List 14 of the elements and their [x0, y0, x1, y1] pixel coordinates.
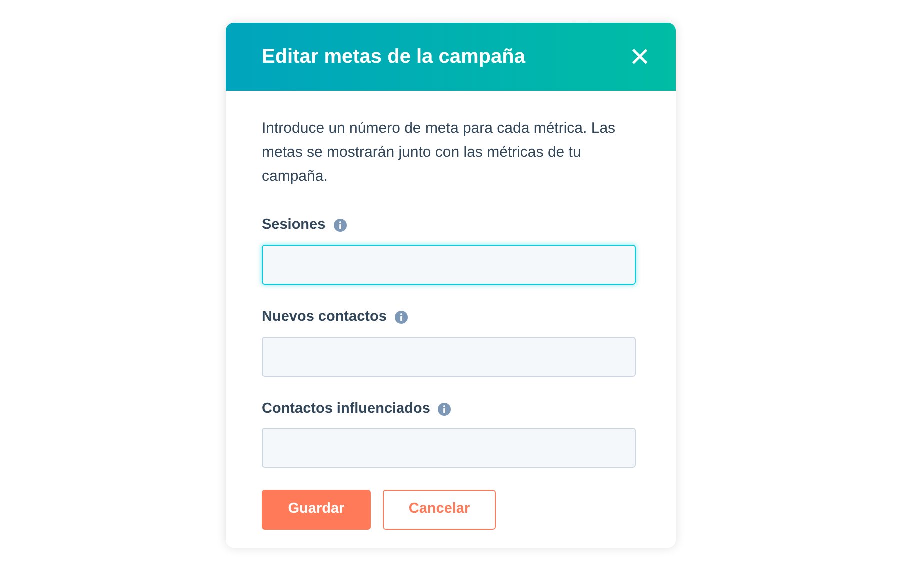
field-label: Nuevos contactos — [262, 308, 387, 327]
input-field[interactable] — [262, 336, 636, 376]
info-icon[interactable] — [394, 311, 408, 324]
input-field[interactable] — [262, 244, 636, 285]
field-label: Sesiones — [262, 216, 326, 235]
info-icon[interactable] — [438, 402, 452, 416]
save-button[interactable]: Guardar — [262, 490, 371, 530]
close-button[interactable]: × — [626, 40, 654, 74]
description-text: Introduce un número de meta para cada métrica. Las metas se mostrarán junto con las métricas de tu campaña. — [262, 119, 617, 187]
field-label: Contactos influenciados — [262, 400, 430, 418]
cancel-button[interactable]: Cancelar — [383, 490, 496, 530]
info-icon[interactable] — [334, 219, 347, 232]
dialog-title: Editar metas de la campaña — [262, 45, 526, 70]
input-field[interactable] — [262, 428, 636, 468]
